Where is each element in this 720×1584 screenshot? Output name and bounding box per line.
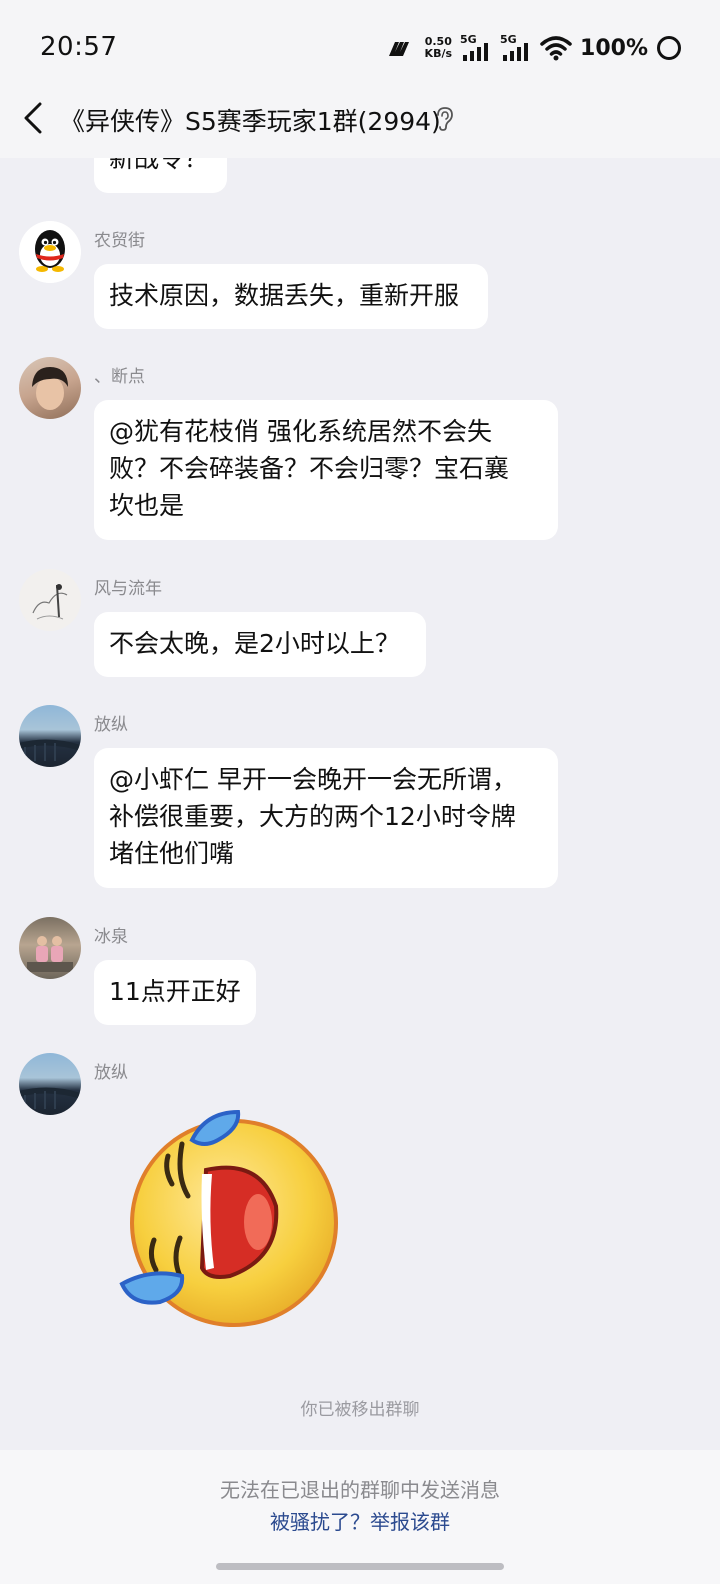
avatar[interactable] bbox=[19, 1053, 81, 1115]
message-text: 技术原因，数据丢失，重新开服 bbox=[109, 281, 460, 310]
group-title[interactable]: 《异侠传》S5赛季玩家1群(2994) bbox=[60, 102, 441, 138]
sender-name: 放纵 bbox=[94, 1063, 128, 1083]
battery-percent: 100% bbox=[580, 35, 648, 61]
message-bubble[interactable]: 新战令？ bbox=[94, 158, 227, 193]
message-bubble[interactable]: 11点开正好 bbox=[94, 960, 256, 1025]
message-bubble[interactable]: 不会太晚，是2小时以上？ bbox=[94, 612, 426, 677]
sender-name: 放纵 bbox=[94, 715, 128, 735]
message-line: 坎也是 bbox=[109, 491, 185, 520]
status-icons: 0.50 KB/s 5G 5G 100% bbox=[387, 30, 682, 66]
penguin-avatar-icon bbox=[19, 221, 81, 283]
sender-name: 冰泉 bbox=[94, 927, 128, 947]
battery-ring-icon bbox=[657, 36, 681, 60]
message-text: 新战令？ bbox=[109, 158, 210, 173]
network-speed: 0.50 KB/s bbox=[425, 36, 452, 60]
message-line: 堵住他们嘴 bbox=[109, 839, 235, 868]
cannot-send-notice: 无法在已退出的群聊中发送消息 bbox=[220, 1478, 500, 1502]
signal-5g-2: 5G bbox=[500, 33, 532, 63]
cell-signal-icon bbox=[503, 43, 529, 61]
message-bubble[interactable]: @小虾仁 早开一会晚开一会无所谓， 补偿很重要，大方的两个12小时令牌 堵住他们… bbox=[94, 748, 558, 888]
message-text: 不会太晚，是2小时以上？ bbox=[109, 629, 400, 658]
message-line: 败？不会碎装备？不会归零？宝石襄 bbox=[109, 454, 510, 483]
avatar[interactable] bbox=[19, 705, 81, 767]
signal-5g-1: 5G bbox=[460, 33, 492, 63]
status-time: 20:57 bbox=[40, 32, 118, 62]
message-text: 11点开正好 bbox=[109, 977, 241, 1006]
message-bubble[interactable]: @犹有花枝俏 强化系统居然不会失 败？不会碎装备？不会归零？宝石襄 坎也是 bbox=[94, 400, 558, 540]
message-line: 补偿很重要，大方的两个12小时令牌 bbox=[109, 802, 516, 831]
message-bubble[interactable]: 技术原因，数据丢失，重新开服 bbox=[94, 264, 488, 329]
message-line: @犹有花枝俏 强化系统居然不会失 bbox=[109, 417, 492, 446]
bridge-photo-avatar-icon bbox=[19, 739, 81, 761]
message-line: @小虾仁 早开一会晚开一会无所谓， bbox=[109, 765, 517, 794]
system-notice: 你已被移出群聊 bbox=[300, 1400, 420, 1420]
chat-header: 《异侠传》S5赛季玩家1群(2994) bbox=[0, 76, 720, 158]
report-group-link[interactable]: 被骚扰了？举报该群 bbox=[0, 1506, 720, 1535]
kids-photo-avatar-icon bbox=[27, 936, 73, 972]
back-arrow-icon[interactable] bbox=[20, 98, 50, 138]
bridge-photo-avatar-icon bbox=[19, 1087, 81, 1109]
home-indicator[interactable] bbox=[216, 1563, 504, 1570]
user-photo-avatar-icon bbox=[32, 367, 68, 410]
laughing-tears-emoji-icon[interactable] bbox=[110, 1098, 350, 1338]
cell-signal-icon bbox=[463, 43, 489, 61]
wifi-icon bbox=[540, 36, 572, 61]
sender-name: 、断点 bbox=[94, 367, 145, 387]
message-list[interactable]: 新战令？ 农贸街 技术原因，数据丢失，重新开服 、断点 @犹有花枝俏 强化系统居… bbox=[0, 158, 720, 1450]
hd-logo-icon bbox=[388, 42, 409, 56]
network-speed-unit: KB/s bbox=[424, 47, 453, 60]
earpiece-mode-icon bbox=[437, 107, 453, 131]
sender-name: 风与流年 bbox=[94, 579, 162, 599]
avatar[interactable] bbox=[19, 221, 81, 283]
sender-name: 农贸街 bbox=[94, 231, 145, 251]
avatar[interactable] bbox=[19, 357, 81, 419]
avatar[interactable] bbox=[19, 917, 81, 979]
sketch-art-avatar-icon bbox=[32, 584, 68, 620]
avatar[interactable] bbox=[19, 569, 81, 631]
